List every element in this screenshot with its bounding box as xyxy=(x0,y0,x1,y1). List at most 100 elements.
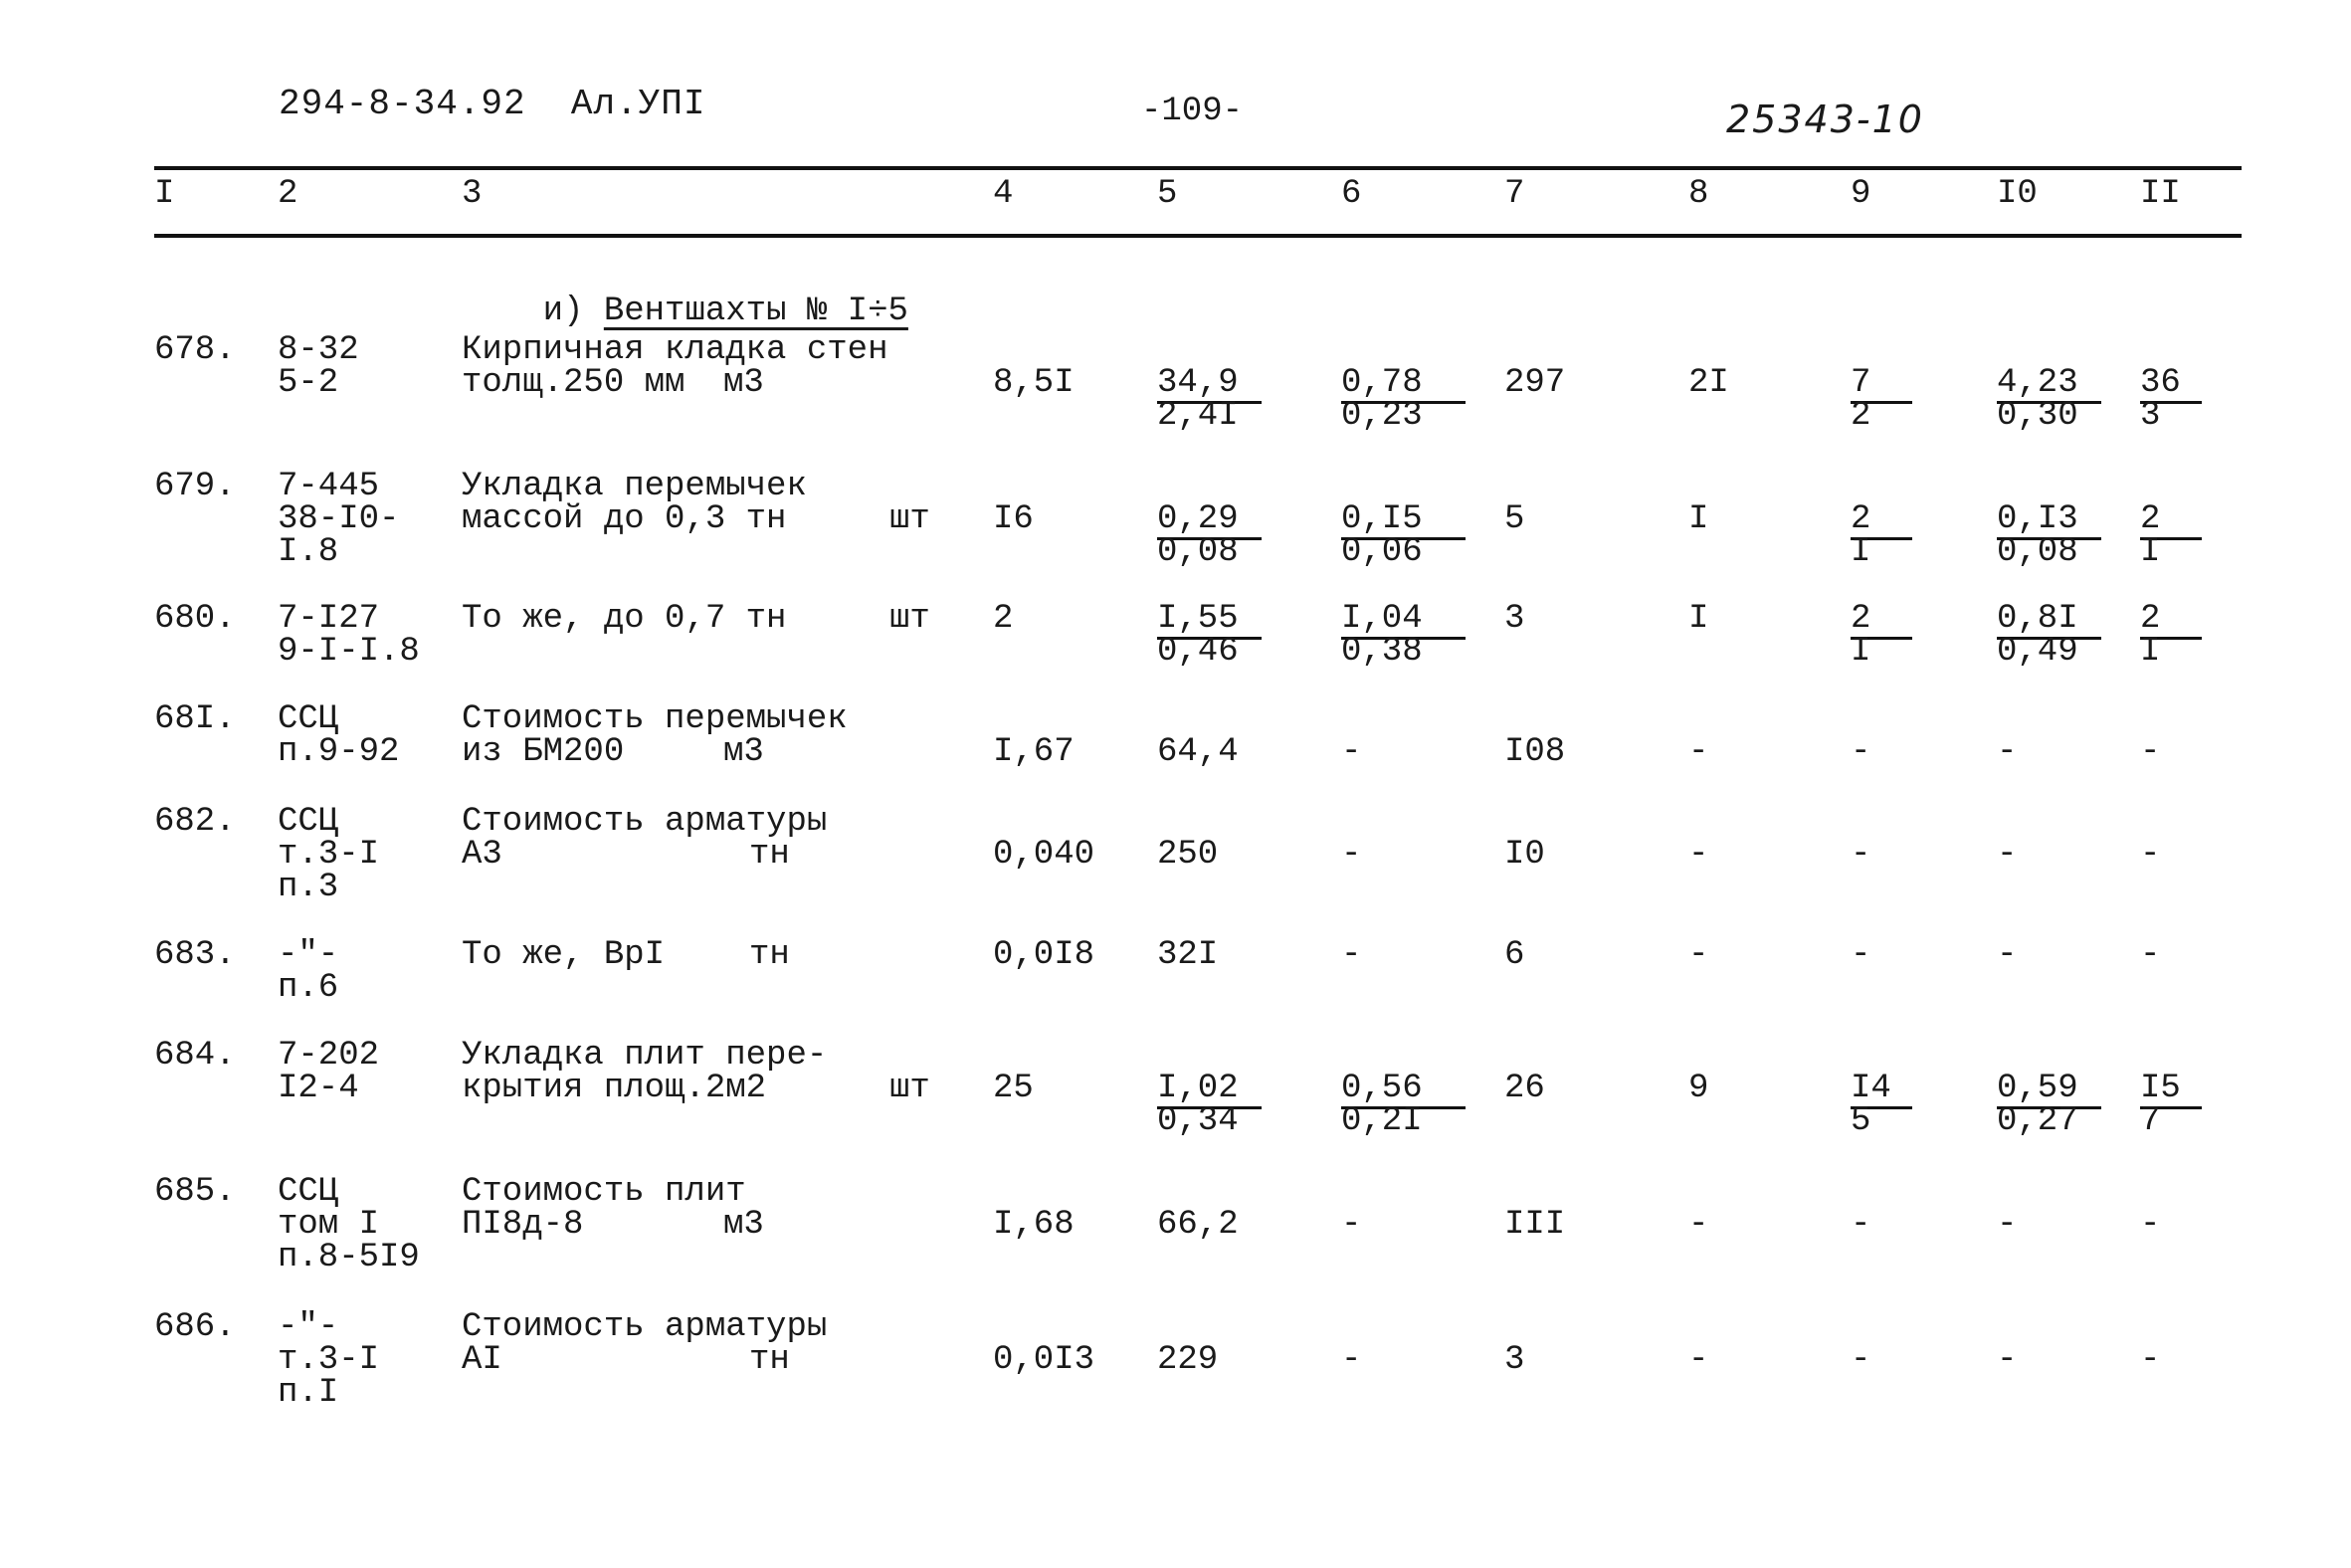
norm-code-line: п.I xyxy=(278,1374,339,1412)
numerator: 7 xyxy=(1851,364,1871,402)
norm-code-line: ССЦ xyxy=(278,803,339,841)
quantity: 0,0I3 xyxy=(993,1341,1095,1379)
value-col-11: - xyxy=(2140,1206,2161,1244)
value-col-5: 229 xyxy=(1157,1341,1219,1379)
value-col-11: - xyxy=(2140,836,2161,874)
quantity: I,67 xyxy=(993,733,1075,771)
fraction-col-9: 2I xyxy=(1851,500,1912,569)
value-col-8: - xyxy=(1688,733,1709,771)
table-top-rule xyxy=(154,166,2242,170)
work-description-line: То же, до 0,7 тн xyxy=(462,600,787,638)
value-col-5: 250 xyxy=(1157,836,1219,874)
column-header-11: II xyxy=(2140,175,2181,213)
norm-code-line: I.8 xyxy=(278,533,339,571)
norm-code-line: I2-4 xyxy=(278,1070,359,1107)
value-col-6: - xyxy=(1341,1341,1362,1379)
unit-of-measure: м3 xyxy=(723,1206,764,1244)
denominator: 0,08 xyxy=(1157,533,1239,571)
norm-code-line: 5-2 xyxy=(278,364,339,402)
value-col-7: III xyxy=(1504,1206,1566,1244)
value-col-6: - xyxy=(1341,733,1362,771)
value-col-5: 64,4 xyxy=(1157,733,1239,771)
norm-code-line: -"- xyxy=(278,1308,339,1346)
quantity: 8,5I xyxy=(993,364,1075,402)
numerator: I4 xyxy=(1851,1070,1891,1107)
row-number: 684. xyxy=(154,1037,236,1075)
numerator: 34,9 xyxy=(1157,364,1239,402)
denominator: 0,46 xyxy=(1157,633,1239,671)
denominator: 0,08 xyxy=(1997,533,2078,571)
row-number: 678. xyxy=(154,331,236,369)
fraction-col-11: 2I xyxy=(2140,602,2202,669)
column-header-5: 5 xyxy=(1157,175,1178,213)
fraction-col-6: 0,56 0,2I xyxy=(1341,1070,1466,1140)
norm-code-line: 9-I-I.8 xyxy=(278,633,420,671)
norm-code-line: 7-202 xyxy=(278,1037,380,1075)
value-col-9: - xyxy=(1851,733,1871,771)
work-description-line: Стоимость плит xyxy=(462,1173,746,1211)
value-col-7: 3 xyxy=(1504,1341,1525,1379)
value-col-6: - xyxy=(1341,936,1362,974)
value-col-8: - xyxy=(1688,936,1709,974)
fraction-col-5: 34,9 2,4I xyxy=(1157,364,1262,435)
numerator: 0,78 xyxy=(1341,364,1423,402)
unit-of-measure: м3 xyxy=(723,364,764,402)
section-prefix: и) xyxy=(542,293,584,330)
norm-code-line: 7-445 xyxy=(278,468,380,505)
row-number: 680. xyxy=(154,600,236,638)
denominator: 0,34 xyxy=(1157,1102,1239,1140)
work-description-line: толщ.250 мм xyxy=(462,364,686,402)
work-description-line: Укладка плит пере- xyxy=(462,1037,828,1075)
work-description-line: Стоимость арматуры xyxy=(462,1308,828,1346)
denominator: 0,23 xyxy=(1341,397,1423,435)
value-col-10: - xyxy=(1997,1206,2018,1244)
quantity: I,68 xyxy=(993,1206,1075,1244)
row-number: 68I. xyxy=(154,700,236,738)
fraction-col-6: 0,78 0,23 xyxy=(1341,364,1466,435)
norm-code-line: п.3 xyxy=(278,869,339,906)
row-number: 683. xyxy=(154,936,236,974)
numerator: I,55 xyxy=(1157,600,1239,638)
norm-code-line: п.9-92 xyxy=(278,733,400,771)
value-col-9: - xyxy=(1851,1206,1871,1244)
denominator: 0,30 xyxy=(1997,397,2078,435)
unit-of-measure: шт xyxy=(889,600,930,638)
denominator: 0,2I xyxy=(1341,1102,1423,1140)
norm-code-line: -"- xyxy=(278,936,339,974)
value-col-7: I0 xyxy=(1504,836,1545,874)
value-col-9: - xyxy=(1851,836,1871,874)
quantity: 2 xyxy=(993,600,1014,638)
denominator: 2,4I xyxy=(1157,397,1239,435)
unit-of-measure: тн xyxy=(749,936,790,974)
unit-of-measure: м3 xyxy=(723,733,764,771)
work-description-line: То же, ВрI xyxy=(462,936,666,974)
norm-code-line: том I xyxy=(278,1206,380,1244)
norm-code-line: п.6 xyxy=(278,969,339,1007)
fraction-col-10: 0,8I 0,49 xyxy=(1997,602,2101,669)
work-description-line: из БМ200 xyxy=(462,733,625,771)
numerator: 2 xyxy=(2140,500,2161,538)
numerator: 0,29 xyxy=(1157,500,1239,538)
value-col-8: 9 xyxy=(1688,1070,1709,1107)
value-col-7: I08 xyxy=(1504,733,1566,771)
unit-of-measure: тн xyxy=(749,1341,790,1379)
numerator: 2 xyxy=(1851,500,1871,538)
quantity: 0,0I8 xyxy=(993,936,1095,974)
fraction-col-10: 0,59 0,27 xyxy=(1997,1072,2101,1138)
column-header-9: 9 xyxy=(1851,175,1871,213)
numerator: 0,56 xyxy=(1341,1070,1423,1107)
value-col-9: - xyxy=(1851,936,1871,974)
denominator: I xyxy=(2140,533,2161,571)
work-description-line: Стоимость перемычек xyxy=(462,700,848,738)
column-header-6: 6 xyxy=(1341,175,1362,213)
row-number: 685. xyxy=(154,1173,236,1211)
work-description-line: АI xyxy=(462,1341,502,1379)
value-col-6: - xyxy=(1341,1206,1362,1244)
numerator: 36 xyxy=(2140,364,2181,402)
value-col-11: - xyxy=(2140,733,2161,771)
work-description-line: крытия площ.2м2 xyxy=(462,1070,767,1107)
work-description-line: ПI8д-8 xyxy=(462,1206,584,1244)
value-col-11: - xyxy=(2140,1341,2161,1379)
unit-of-measure: тн xyxy=(749,836,790,874)
value-col-7: 26 xyxy=(1504,1070,1545,1107)
